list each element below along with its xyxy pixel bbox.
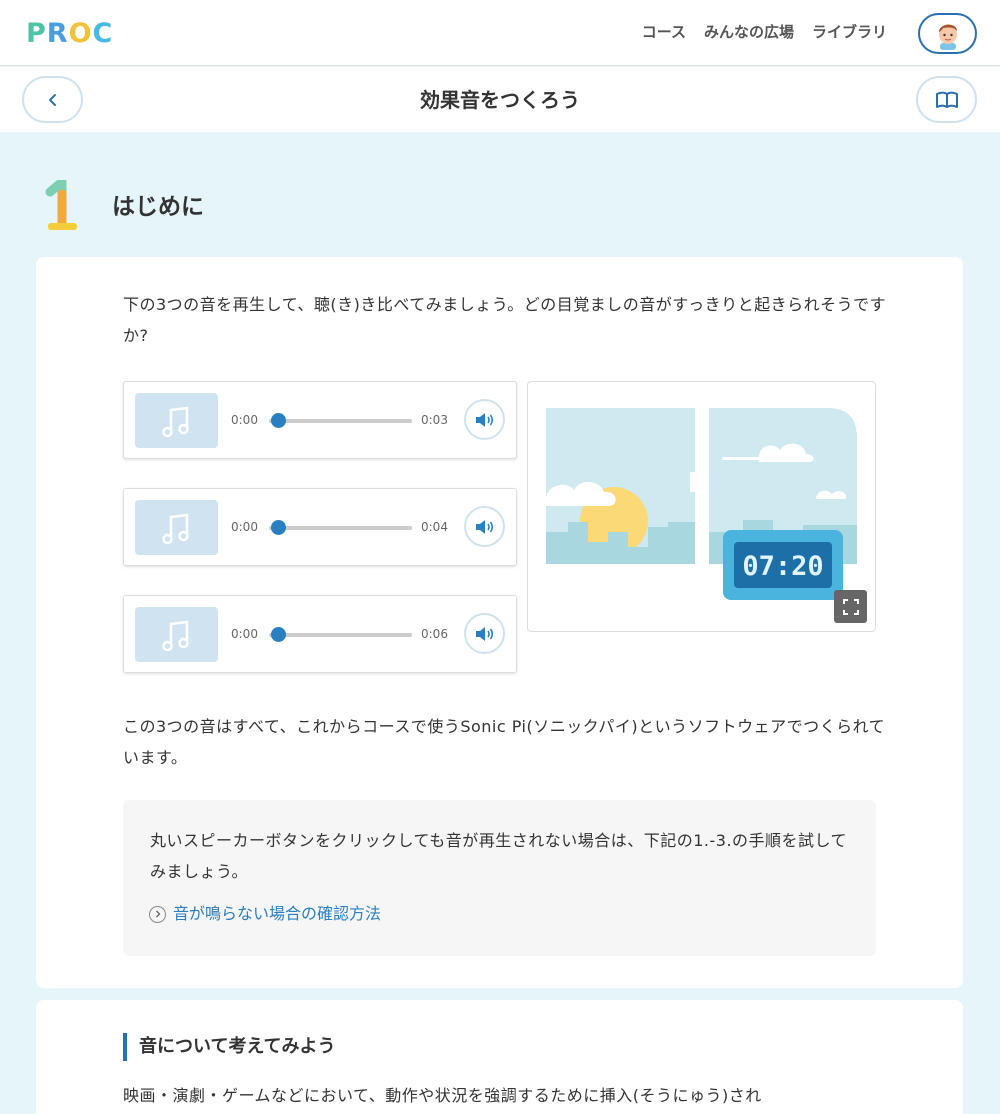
- sound-section-card: 音について考えてみよう 映画・演劇・ゲームなどにおいて、動作や状況を強調するため…: [36, 1000, 963, 1114]
- nav-course-link[interactable]: コース: [642, 22, 686, 42]
- speaker-icon: [475, 519, 493, 534]
- avatar: [938, 23, 957, 50]
- speaker-icon: [475, 626, 493, 641]
- seek-handle[interactable]: [271, 520, 286, 535]
- music-thumbnail: [135, 607, 218, 662]
- nav-library-link[interactable]: ライブラリ: [812, 22, 887, 42]
- section-text: 映画・演劇・ゲームなどにおいて、動作や状況を強調するために挿入(そうにゅう)され: [123, 1086, 762, 1105]
- seek-bar[interactable]: [269, 633, 412, 637]
- seek-handle[interactable]: [271, 627, 286, 642]
- note-text: 丸いスピーカーボタンをクリックしても音が再生されない場合は、下記の1.-3.の手…: [150, 831, 848, 881]
- logo-letter: R: [46, 18, 69, 49]
- page-title: 効果音をつくろう: [420, 88, 580, 112]
- music-note-icon: [161, 620, 189, 651]
- intro-card: 下の3つの音を再生して、聴(き)き比べてみましょう。どの目覚ましの音がすっきりと…: [36, 257, 963, 988]
- play-sound-button[interactable]: [464, 399, 505, 440]
- logo-letter: C: [92, 18, 114, 49]
- seek-bar[interactable]: [269, 419, 412, 423]
- music-note-icon: [161, 513, 189, 544]
- logo-letter: P: [26, 18, 47, 49]
- current-time: 0:00: [231, 520, 258, 534]
- top-header: PROC コース みんなの広場 ライブラリ: [0, 0, 1000, 66]
- duration: 0:03: [421, 413, 448, 427]
- music-thumbnail: [135, 393, 218, 448]
- user-avatar-button[interactable]: [918, 13, 977, 54]
- speaker-icon: [475, 412, 493, 427]
- chevron-right-circle-icon: [149, 905, 166, 923]
- intro-text: 下の3つの音を再生して、聴(き)き比べてみましょう。どの目覚ましの音がすっきりと…: [123, 295, 887, 345]
- lesson-header: 効果音をつくろう: [0, 67, 1000, 132]
- play-sound-button[interactable]: [464, 506, 505, 547]
- proc-logo[interactable]: PROC: [26, 20, 113, 48]
- play-sound-button[interactable]: [464, 613, 505, 654]
- music-note-icon: [161, 406, 189, 437]
- fullscreen-button[interactable]: [834, 590, 867, 623]
- current-time: 0:00: [231, 413, 258, 427]
- window-scene-image: 07:20: [546, 408, 857, 600]
- book-icon: [935, 91, 958, 108]
- step-number-icon: [44, 177, 80, 232]
- duration: 0:06: [421, 627, 448, 641]
- seek-handle[interactable]: [271, 413, 286, 428]
- main-nav: コース みんなの広場 ライブラリ: [642, 22, 887, 42]
- contents-button[interactable]: [916, 76, 977, 123]
- section-title: はじめに: [112, 194, 204, 220]
- clock-display: 07:20: [742, 551, 823, 582]
- audio-player-1: 0:00 0:03: [123, 381, 517, 459]
- troubleshoot-link[interactable]: 音が鳴らない場合の確認方法: [149, 902, 381, 926]
- section-subheading: 音について考えてみよう: [123, 1033, 336, 1061]
- audio-player-3: 0:00 0:06: [123, 595, 517, 673]
- current-time: 0:00: [231, 627, 258, 641]
- audio-player-2: 0:00 0:04: [123, 488, 517, 566]
- fullscreen-icon: [842, 598, 859, 615]
- troubleshoot-link-label: 音が鳴らない場合の確認方法: [173, 904, 382, 923]
- description-text: この3つの音はすべて、これからコースで使うSonic Pi(ソニックパイ)という…: [123, 717, 886, 767]
- music-thumbnail: [135, 500, 218, 555]
- duration: 0:04: [421, 520, 448, 534]
- seek-bar[interactable]: [269, 526, 412, 530]
- troubleshoot-note: 丸いスピーカーボタンをクリックしても音が再生されない場合は、下記の1.-3.の手…: [123, 800, 876, 956]
- nav-community-link[interactable]: みんなの広場: [704, 22, 794, 42]
- alarm-clock-illustration: 07:20: [527, 381, 876, 632]
- logo-letter: O: [68, 18, 93, 49]
